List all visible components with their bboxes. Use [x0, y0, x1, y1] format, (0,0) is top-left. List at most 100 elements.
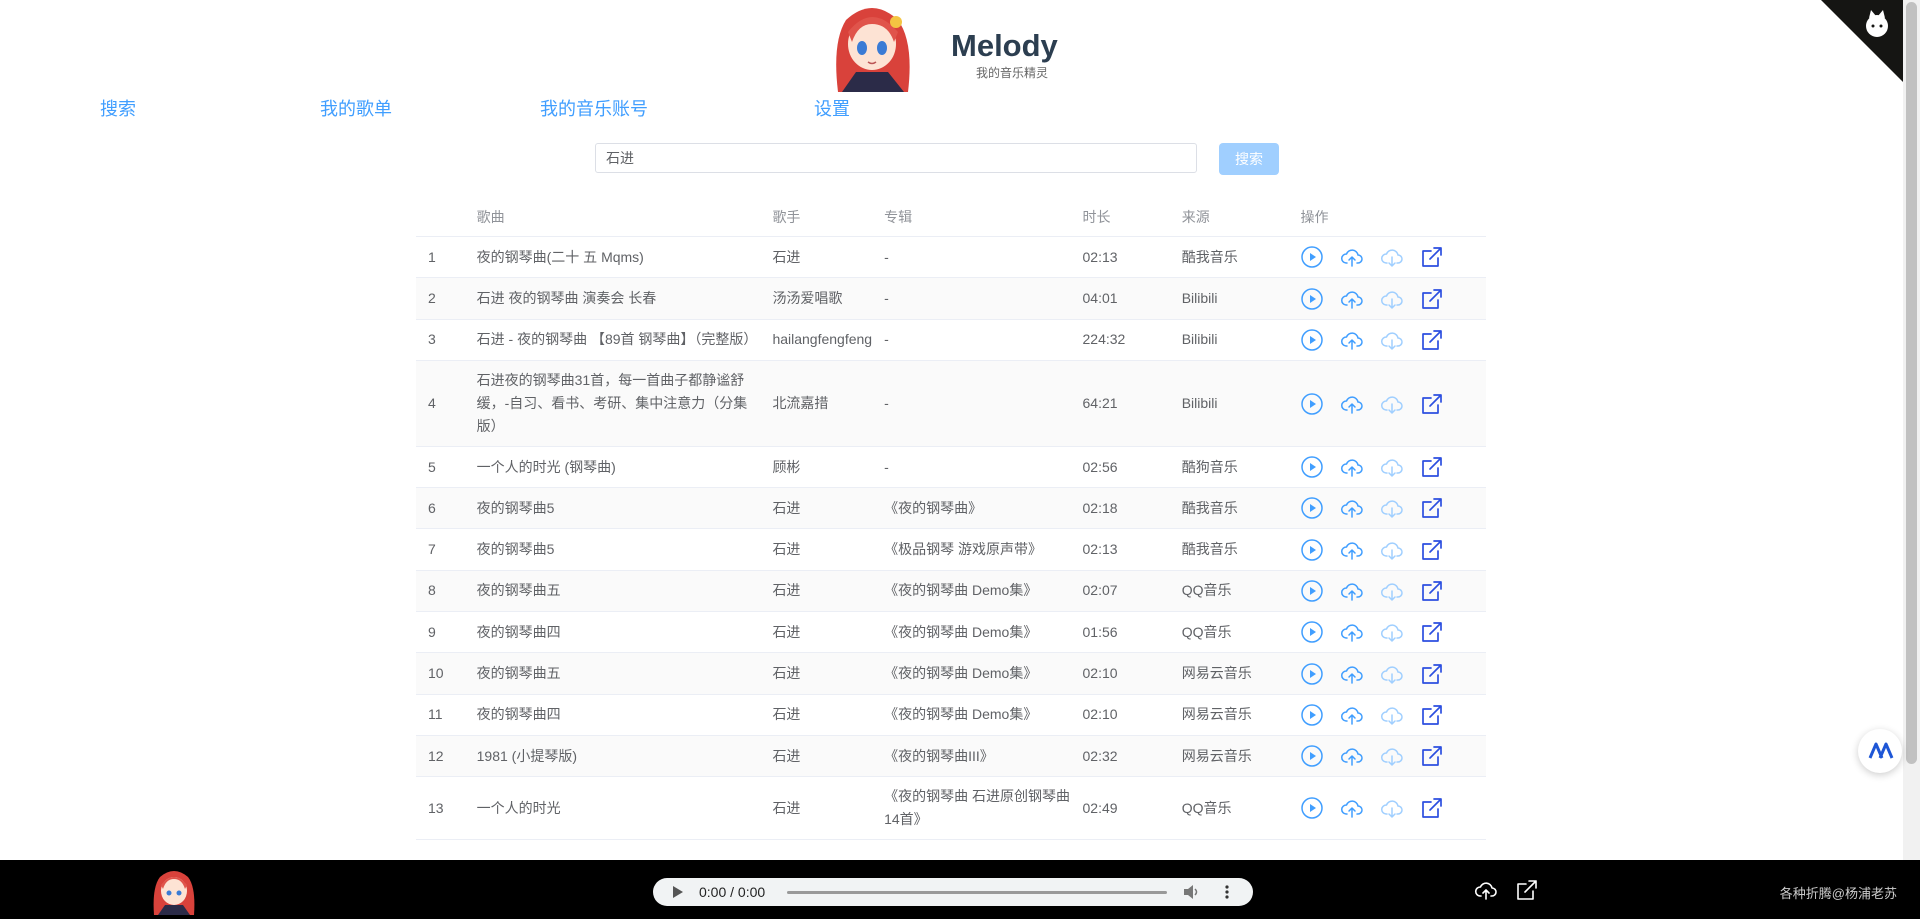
row-index: 6 [416, 487, 465, 530]
table-row[interactable]: 6 夜的钢琴曲5 石进 《夜的钢琴曲》 02:18 酷我音乐 [416, 487, 1486, 530]
audio-progress-track[interactable] [787, 891, 1167, 894]
play-circle-icon[interactable] [1300, 455, 1324, 479]
github-icon[interactable] [1821, 0, 1903, 82]
search-input[interactable] [595, 143, 1197, 173]
scrollbar-thumb[interactable] [1906, 2, 1917, 764]
upload-cloud-icon[interactable] [1340, 703, 1364, 727]
table-row[interactable]: 13 一个人的时光 石进 《夜的钢琴曲 石进原创钢琴曲14首》 02:49 QQ音乐 [416, 776, 1486, 841]
play-circle-icon[interactable] [1300, 496, 1324, 520]
nav-my-music-account[interactable]: 我的音乐账号 [540, 95, 648, 121]
table-row[interactable]: 1 夜的钢琴曲(二十 五 Mqms) 石进 -02:13 酷我音乐 [416, 236, 1486, 279]
upload-cloud-icon[interactable] [1340, 496, 1364, 520]
download-cloud-icon[interactable] [1380, 579, 1404, 603]
external-link-icon[interactable] [1420, 392, 1444, 416]
play-circle-icon[interactable] [1300, 538, 1324, 562]
col-header-actions: 操作 [1288, 198, 1486, 237]
upload-cloud-icon[interactable] [1474, 878, 1498, 902]
play-circle-icon[interactable] [1300, 392, 1324, 416]
upload-cloud-icon[interactable] [1340, 455, 1364, 479]
nav-my-playlists[interactable]: 我的歌单 [320, 95, 392, 121]
download-cloud-icon[interactable] [1380, 455, 1404, 479]
external-link-icon[interactable] [1420, 579, 1444, 603]
external-link-icon[interactable] [1516, 879, 1538, 901]
download-cloud-icon[interactable] [1380, 496, 1404, 520]
upload-cloud-icon[interactable] [1340, 796, 1364, 820]
external-link-icon[interactable] [1420, 796, 1444, 820]
upload-cloud-icon[interactable] [1340, 620, 1364, 644]
download-cloud-icon[interactable] [1380, 744, 1404, 768]
play-circle-icon[interactable] [1300, 287, 1324, 311]
nav-settings[interactable]: 设置 [814, 95, 850, 121]
download-cloud-icon[interactable] [1380, 328, 1404, 352]
more-options-icon[interactable] [1225, 885, 1229, 899]
play-circle-icon[interactable] [1300, 744, 1324, 768]
song-title: 夜的钢琴曲四 [464, 694, 761, 736]
audio-play-icon[interactable] [673, 886, 683, 898]
anime-girl-avatar [836, 8, 910, 92]
volume-icon[interactable] [1184, 885, 1200, 899]
upload-cloud-icon[interactable] [1340, 744, 1364, 768]
results-table: 歌曲 歌手 专辑 时长 来源 操作 1 夜的钢琴曲(二十 五 Mqms) 石进 -02… [416, 198, 1486, 841]
artist-name: 石进 [760, 776, 873, 841]
download-cloud-icon[interactable] [1380, 703, 1404, 727]
artist-name: 北流嘉措 [760, 360, 873, 447]
play-circle-icon[interactable] [1300, 328, 1324, 352]
nav-search[interactable]: 搜索 [100, 95, 136, 121]
play-circle-icon[interactable] [1300, 703, 1324, 727]
row-actions [1288, 735, 1486, 778]
table-row[interactable]: 4 石进夜的钢琴曲31首，每一首曲子都静谧舒缓，-自习、看书、考研、集中注意力（分… [416, 360, 1486, 447]
download-cloud-icon[interactable] [1380, 287, 1404, 311]
audio-player[interactable]: 0:00 / 0:00 [653, 878, 1253, 906]
download-cloud-icon[interactable] [1380, 796, 1404, 820]
upload-cloud-icon[interactable] [1340, 579, 1364, 603]
table-row[interactable]: 3 石进 - 夜的钢琴曲 【89首 钢琴曲】（完整版） hailangfengfen… [416, 319, 1486, 361]
table-row[interactable]: 7 夜的钢琴曲5 石进 《极品钢琴 游戏原声带》 02:13 酷我音乐 [416, 528, 1486, 571]
download-cloud-icon[interactable] [1380, 662, 1404, 686]
source-name: Bilibili [1169, 360, 1289, 447]
external-link-icon[interactable] [1420, 328, 1444, 352]
table-row[interactable]: 8 夜的钢琴曲五 石进 《夜的钢琴曲 Demo集》 02:07 QQ音乐 [416, 570, 1486, 613]
table-row[interactable]: 12 1981 (小提琴版) 石进 《夜的钢琴曲III》 02:32 网易云音乐 [416, 735, 1486, 778]
source-name: 网易云音乐 [1169, 694, 1289, 736]
table-row[interactable]: 10 夜的钢琴曲五 石进 《夜的钢琴曲 Demo集》 02:10 网易云音乐 [416, 652, 1486, 695]
search-button[interactable]: 搜索 [1219, 143, 1279, 175]
play-circle-icon[interactable] [1300, 245, 1324, 269]
duration: 02:10 [1070, 652, 1170, 695]
table-row[interactable]: 9 夜的钢琴曲四 石进 《夜的钢琴曲 Demo集》 01:56 QQ音乐 [416, 611, 1486, 654]
upload-cloud-icon[interactable] [1340, 287, 1364, 311]
song-title: 夜的钢琴曲五 [464, 570, 761, 613]
table-row[interactable]: 5 一个人的时光 (钢琴曲) 顾彬 -02:56 酷狗音乐 [416, 446, 1486, 489]
upload-cloud-icon[interactable] [1340, 538, 1364, 562]
download-cloud-icon[interactable] [1380, 538, 1404, 562]
external-link-icon[interactable] [1420, 245, 1444, 269]
page-scrollbar[interactable] [1903, 0, 1920, 860]
song-title: 夜的钢琴曲五 [464, 652, 761, 695]
upload-cloud-icon[interactable] [1340, 662, 1364, 686]
external-link-icon[interactable] [1420, 538, 1444, 562]
play-circle-icon[interactable] [1300, 662, 1324, 686]
source-name: 酷我音乐 [1169, 528, 1289, 571]
row-index: 8 [416, 570, 465, 613]
table-row[interactable]: 11 夜的钢琴曲四 石进 《夜的钢琴曲 Demo集》 02:10 网易云音乐 [416, 694, 1486, 736]
external-link-icon[interactable] [1420, 287, 1444, 311]
upload-cloud-icon[interactable] [1340, 328, 1364, 352]
external-link-icon[interactable] [1420, 662, 1444, 686]
album-name: - [872, 319, 1071, 361]
floating-assistant-button[interactable] [1858, 729, 1902, 773]
play-circle-icon[interactable] [1300, 620, 1324, 644]
external-link-icon[interactable] [1420, 703, 1444, 727]
external-link-icon[interactable] [1420, 496, 1444, 520]
table-row[interactable]: 2 石进 夜的钢琴曲 演奏会 长春 汤汤爱唱歌 -04:01 Bilibili [416, 277, 1486, 320]
upload-cloud-icon[interactable] [1340, 392, 1364, 416]
row-index: 7 [416, 528, 465, 571]
play-circle-icon[interactable] [1300, 579, 1324, 603]
download-cloud-icon[interactable] [1380, 392, 1404, 416]
download-cloud-icon[interactable] [1380, 620, 1404, 644]
external-link-icon[interactable] [1420, 620, 1444, 644]
external-link-icon[interactable] [1420, 744, 1444, 768]
download-cloud-icon[interactable] [1380, 245, 1404, 269]
song-title: 石进夜的钢琴曲31首，每一首曲子都静谧舒缓，-自习、看书、考研、集中注意力（分集… [464, 360, 761, 447]
upload-cloud-icon[interactable] [1340, 245, 1364, 269]
external-link-icon[interactable] [1420, 455, 1444, 479]
play-circle-icon[interactable] [1300, 796, 1324, 820]
